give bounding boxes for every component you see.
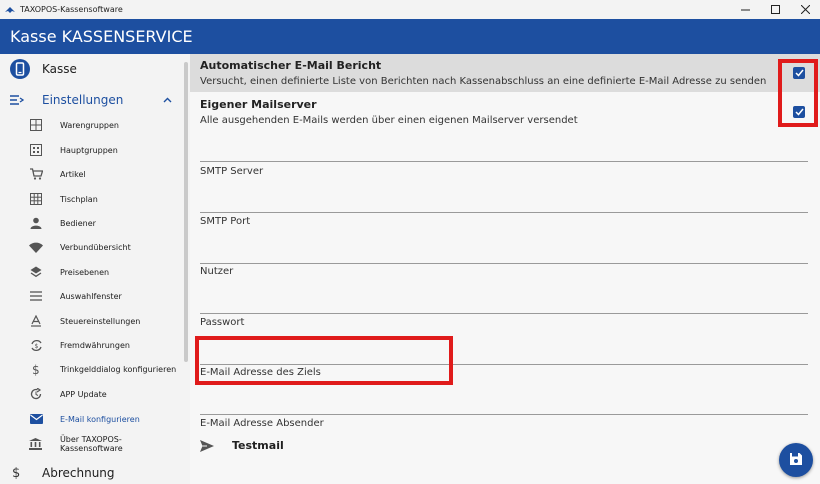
- save-icon: [789, 451, 803, 470]
- field-underline: [200, 414, 808, 415]
- sidebar: Kasse Einstellungen Warengruppen Hauptgr…: [0, 54, 190, 484]
- setting-title-auto-email: Automatischer E-Mail Bericht: [200, 59, 382, 72]
- menu-lines-icon: [29, 289, 43, 303]
- svg-text:$: $: [34, 343, 38, 350]
- sidebar-item-warengruppen[interactable]: Warengruppen: [0, 113, 184, 137]
- sidebar-scrollbar[interactable]: [184, 62, 188, 362]
- highlight-box-target-email: [195, 336, 453, 385]
- send-icon: [200, 439, 216, 452]
- tax-icon: [29, 314, 43, 328]
- sidebar-item-label: E-Mail konfigurieren: [60, 414, 140, 424]
- sender-email-input[interactable]: E-Mail Adresse Absender: [200, 418, 324, 429]
- settings-list-icon: [10, 95, 26, 105]
- update-icon: [29, 387, 43, 401]
- testmail-button[interactable]: Testmail: [200, 439, 284, 452]
- wifi-icon: [29, 240, 43, 254]
- sidebar-item-label: Warengruppen: [60, 120, 119, 130]
- sidebar-item-label: Auswahlfenster: [60, 291, 122, 301]
- sidebar-item-abrechnung[interactable]: $ Abrechnung: [0, 462, 184, 484]
- save-button[interactable]: [779, 443, 813, 477]
- layers-icon: [29, 265, 43, 279]
- person-icon: [29, 216, 43, 230]
- sidebar-item-label: Kasse: [42, 62, 77, 76]
- sidebar-item-bediener[interactable]: Bediener: [0, 211, 184, 235]
- bank-icon: [29, 437, 43, 451]
- sidebar-item-label: Trinkgelddialog konfigurieren: [60, 364, 177, 374]
- sidebar-item-verbunduebersicht[interactable]: Verbundübersicht: [0, 235, 184, 259]
- sidebar-item-app-update[interactable]: APP Update: [0, 382, 184, 406]
- sidebar-item-label: Tischplan: [60, 194, 98, 204]
- sidebar-item-fremdwaehrungen[interactable]: $ Fremdwährungen: [0, 333, 184, 357]
- sidebar-item-tischplan[interactable]: Tischplan: [0, 187, 184, 211]
- grid-icon: [29, 118, 43, 132]
- setting-desc-own-mailserver: Alle ausgehenden E-Mails werden über ein…: [200, 115, 578, 126]
- cart-icon: [29, 167, 43, 181]
- dollar-icon: $: [12, 465, 26, 482]
- sidebar-section-label: Einstellungen: [42, 93, 124, 107]
- sidebar-item-email-konfigurieren[interactable]: E-Mail konfigurieren: [0, 407, 184, 431]
- chevron-up-icon[interactable]: [163, 95, 172, 106]
- smtp-server-input[interactable]: SMTP Server: [200, 166, 263, 177]
- sidebar-item-label: Artikel: [60, 169, 86, 179]
- svg-text:$: $: [12, 466, 20, 479]
- smtp-port-input[interactable]: SMTP Port: [200, 216, 250, 227]
- minimize-button[interactable]: [730, 0, 760, 19]
- sidebar-section-einstellungen[interactable]: Einstellungen: [0, 87, 184, 113]
- phone-device-icon: [10, 59, 30, 79]
- page-title: Kasse KASSENSERVICE: [10, 27, 193, 46]
- field-underline: [200, 161, 808, 162]
- sidebar-item-label: Verbundübersicht: [60, 242, 131, 252]
- sidebar-item-label: APP Update: [60, 389, 107, 399]
- app-logo-icon: [5, 5, 15, 15]
- sidebar-item-trinkgelddialog[interactable]: $ Trinkgelddialog konfigurieren: [0, 357, 184, 381]
- dollar-icon: $: [29, 362, 43, 376]
- sidebar-item-steuereinstellungen[interactable]: Steuereinstellungen: [0, 309, 184, 333]
- main-content: Automatischer E-Mail Bericht Versucht, e…: [190, 54, 820, 484]
- testmail-label: Testmail: [232, 439, 284, 452]
- mail-icon: [29, 412, 43, 426]
- window-titlebar: TAXOPOS-Kassensoftware: [0, 0, 820, 19]
- close-button[interactable]: [790, 0, 820, 19]
- app-header: Kasse KASSENSERVICE: [0, 19, 820, 54]
- password-input[interactable]: Passwort: [200, 317, 244, 328]
- sidebar-item-kasse[interactable]: Kasse: [0, 54, 184, 84]
- highlight-box-checkboxes: [778, 59, 818, 127]
- sidebar-item-label: Abrechnung: [42, 466, 115, 480]
- sidebar-item-ueber[interactable]: Über TAXOPOS-Kassensoftware: [0, 432, 184, 456]
- sidebar-item-label: Hauptgruppen: [60, 145, 118, 155]
- field-underline: [200, 212, 808, 213]
- sidebar-item-label: Fremdwährungen: [60, 340, 130, 350]
- setting-title-own-mailserver: Eigener Mailserver: [200, 98, 317, 111]
- field-underline: [200, 313, 808, 314]
- sidebar-item-label: Über TAXOPOS-Kassensoftware: [59, 435, 123, 453]
- currency-exchange-icon: $: [29, 338, 43, 352]
- sidebar-item-label: Preisebenen: [60, 267, 110, 277]
- sidebar-item-hauptgruppen[interactable]: Hauptgruppen: [0, 138, 184, 162]
- main-groups-icon: [29, 143, 43, 157]
- sidebar-item-label: Steuereinstellungen: [60, 316, 141, 326]
- sidebar-item-label: Bediener: [60, 218, 96, 228]
- setting-desc-auto-email: Versucht, einen definierte Liste von Ber…: [200, 76, 767, 87]
- sidebar-item-artikel[interactable]: Artikel: [0, 162, 184, 186]
- table-grid-icon: [29, 192, 43, 206]
- window-title: TAXOPOS-Kassensoftware: [20, 5, 123, 14]
- user-input[interactable]: Nutzer: [200, 266, 233, 277]
- sidebar-item-preisebenen[interactable]: Preisebenen: [0, 260, 184, 284]
- sidebar-item-auswahlfenster[interactable]: Auswahlfenster: [0, 284, 184, 308]
- field-underline: [200, 263, 808, 264]
- maximize-button[interactable]: [760, 0, 790, 19]
- svg-text:$: $: [32, 363, 40, 376]
